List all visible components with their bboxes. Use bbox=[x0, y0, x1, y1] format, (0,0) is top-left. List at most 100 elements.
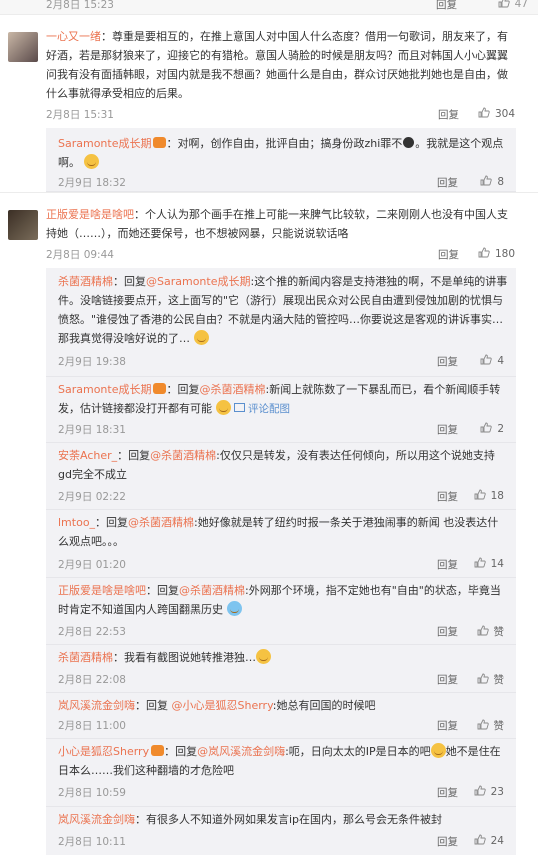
reply-body: :她总有回国的时候吧 bbox=[272, 699, 376, 712]
like-button[interactable]: 赞 bbox=[477, 672, 505, 687]
reply-button[interactable]: 回复 bbox=[437, 175, 458, 190]
reply-button[interactable]: 回复 bbox=[437, 422, 458, 437]
reply-button[interactable]: 回复 bbox=[437, 834, 458, 849]
reply-text: Saramonte成长期 ：回复@杀菌酒精棉:新闻上就陈数了一下暴乱而已，看个新闻… bbox=[58, 380, 508, 419]
reply-username[interactable]: 岚风溪流金剑嗨 bbox=[58, 699, 135, 712]
like-count: 47 bbox=[514, 0, 528, 10]
reply-item: 岚风溪流金剑嗨：回复 @小心是狐忍Sherry:她总有回国的时候吧 2月8日 1… bbox=[46, 692, 516, 739]
mention-link[interactable]: @杀菌酒精棉 bbox=[179, 584, 245, 597]
like-count: 4 bbox=[497, 355, 504, 367]
reply-item: 正版爱是啥是啥吧：回复@杀菌酒精棉:外网那个环境，指不定她也有"自由"的状态，毕… bbox=[46, 577, 516, 645]
reply-button[interactable]: 回复 bbox=[438, 247, 459, 262]
reply-text: 正版爱是啥是啥吧：回复@杀菌酒精棉:外网那个环境，指不定她也有"自由"的状态，毕… bbox=[58, 581, 508, 619]
reply-text: 杀菌酒精棉：回复@Saramonte成长期:这个推的新闻内容是支持港独的啊，不是… bbox=[58, 272, 508, 348]
reply-item: 杀菌酒精棉：回复@Saramonte成长期:这个推的新闻内容是支持港独的啊，不是… bbox=[46, 268, 516, 377]
reply-username[interactable]: lmtoo_ bbox=[58, 516, 95, 529]
mention-link[interactable]: @杀菌酒精棉 bbox=[150, 449, 216, 462]
reply-item: 小心是狐忍Sherry ：回复@岚风溪流金剑嗨:呃，日向太太的IP是日本的吧 她不是… bbox=[46, 738, 516, 807]
reply-text: Saramonte成长期 ：对啊，创作自由，批评自由；搞身份政zhi罪不 。我就是这… bbox=[58, 134, 508, 172]
mention-link[interactable]: @小心是狐忍Sherry bbox=[172, 699, 273, 712]
like-button[interactable]: 14 bbox=[474, 557, 504, 570]
comment-username[interactable]: 一心又一绪 bbox=[46, 30, 101, 43]
emoji-icon bbox=[226, 601, 242, 616]
reply-username[interactable]: Saramonte成长期 bbox=[58, 137, 151, 150]
reply-prefix: ： bbox=[135, 813, 146, 826]
like-button[interactable]: 47 bbox=[498, 0, 528, 10]
reply-text: 杀菌酒精棉：我看有截图说她转推港独… bbox=[58, 648, 508, 667]
avatar[interactable] bbox=[8, 210, 38, 240]
reply-item: 杀菌酒精棉：我看有截图说她转推港独… 2月8日 22:08 回复 赞 bbox=[46, 644, 516, 693]
reply-text: 岚风溪流金剑嗨：有很多人不知道外网如果发言ip在国内，那么号会无条件被封 bbox=[58, 810, 508, 829]
like-button[interactable]: 18 bbox=[474, 489, 504, 502]
previous-comment-footer: 2月8日 15:23 回复 47 bbox=[0, 0, 538, 15]
reply-prefix: ：回复 bbox=[146, 584, 179, 597]
reply-date: 2月9日 19:38 bbox=[58, 356, 126, 368]
mention-link[interactable]: @杀菌酒精棉 bbox=[128, 516, 194, 529]
thumb-up-icon bbox=[478, 107, 490, 118]
reply-item: 岚风溪流金剑嗨：有很多人不知道外网如果发言ip在国内，那么号会无条件被封 2月8… bbox=[46, 806, 516, 855]
thumb-up-icon bbox=[477, 719, 489, 730]
reply-prefix: ：回复 bbox=[113, 275, 146, 288]
like-button[interactable]: 304 bbox=[478, 107, 515, 120]
mention-link[interactable]: @岚风溪流金剑嗨 bbox=[197, 745, 285, 758]
like-count: 2 bbox=[497, 423, 504, 435]
like-button[interactable]: 180 bbox=[478, 247, 515, 260]
reply-button[interactable]: 回复 bbox=[437, 354, 458, 369]
reply-username[interactable]: 正版爱是啥是啥吧 bbox=[58, 584, 146, 597]
like-button[interactable]: 24 bbox=[474, 834, 504, 847]
mention-link[interactable]: @Saramonte成长期 bbox=[146, 275, 250, 288]
like-button[interactable]: 23 bbox=[474, 785, 504, 798]
reply-date: 2月8日 22:08 bbox=[58, 674, 126, 686]
reply-button[interactable]: 回复 bbox=[438, 107, 459, 122]
reply-body: ：对啊，创作自由，批评自由；搞身份政zhi罪不 bbox=[166, 137, 403, 150]
like-count: 304 bbox=[495, 108, 516, 120]
reply-username[interactable]: 岚风溪流金剑嗨 bbox=[58, 813, 135, 826]
reply-username[interactable]: 小心是狐忍Sherry bbox=[58, 745, 149, 758]
reply-body-cont: 啊。 bbox=[58, 156, 80, 169]
reply-body: 我看有截图说她转推港独… bbox=[124, 651, 256, 664]
reply-button[interactable]: 回复 bbox=[437, 489, 458, 504]
like-count: 18 bbox=[490, 490, 504, 502]
reply-button[interactable]: 回复 bbox=[436, 0, 457, 12]
comment-date: 2月8日 09:44 bbox=[46, 249, 114, 261]
reply-username[interactable]: 杀菌酒精棉 bbox=[58, 651, 113, 664]
reply-button[interactable]: 回复 bbox=[437, 624, 458, 639]
thumb-up-icon bbox=[478, 247, 490, 258]
reply-button[interactable]: 回复 bbox=[437, 718, 458, 733]
reply-date: 2月9日 18:32 bbox=[58, 177, 126, 189]
comment-text: 正版爱是啥是啥吧：个人认为那个画手在推上可能一来脾气比较软，二来刚刚人也没有中国… bbox=[46, 205, 516, 243]
reply-text: lmtoo_：回复@杀菌酒精棉:她好像就是转了纽约时报一条关于港独闹事的新闻 也… bbox=[58, 513, 508, 551]
reply-text: 安荼Acher_：回复@杀菌酒精棉:仅仅只是转发，没有表达任何倾向，所以用这个说… bbox=[58, 446, 508, 484]
reply-button[interactable]: 回复 bbox=[437, 785, 458, 800]
like-count: 赞 bbox=[493, 674, 505, 686]
reply-item: Saramonte成长期 ：对啊，创作自由，批评自由；搞身份政zhi罪不 。我就是这… bbox=[46, 128, 516, 192]
comment-list: 2月8日 15:23 回复 47 一心又一绪：尊重是要相互的，在推上意国人对中国… bbox=[0, 0, 538, 855]
vip-badge-icon bbox=[153, 383, 167, 394]
reply-username[interactable]: 安荼Acher_ bbox=[58, 449, 117, 462]
like-button[interactable]: 8 bbox=[480, 175, 504, 188]
comment-item: 正版爱是啥是啥吧：个人认为那个画手在推上可能一来脾气比较软，二来刚刚人也没有中国… bbox=[0, 200, 538, 855]
reply-prefix: ：回复 bbox=[95, 516, 129, 529]
like-count: 赞 bbox=[493, 626, 505, 638]
thumb-up-icon bbox=[477, 673, 489, 684]
comment-username[interactable]: 正版爱是啥是啥吧 bbox=[46, 208, 134, 221]
reply-date: 2月9日 18:31 bbox=[58, 424, 126, 436]
reply-username[interactable]: Saramonte成长期 bbox=[58, 383, 151, 396]
thumb-up-icon bbox=[498, 0, 510, 8]
reply-username[interactable]: 杀菌酒精棉 bbox=[58, 275, 113, 288]
like-button[interactable]: 赞 bbox=[477, 718, 504, 733]
like-button[interactable]: 赞 bbox=[477, 624, 505, 639]
vip-badge-icon bbox=[153, 137, 167, 148]
reply-button[interactable]: 回复 bbox=[437, 672, 458, 687]
avatar[interactable] bbox=[8, 32, 38, 62]
mention-link[interactable]: @杀菌酒精棉 bbox=[199, 383, 265, 396]
like-button[interactable]: 2 bbox=[480, 422, 504, 435]
reply-button[interactable]: 回复 bbox=[437, 557, 458, 572]
emoji-icon bbox=[215, 400, 231, 415]
like-button[interactable]: 4 bbox=[480, 354, 504, 367]
like-count: 8 bbox=[497, 176, 504, 188]
comment-date: 2月8日 15:23 bbox=[46, 0, 114, 11]
comment-image-link[interactable]: 评论配图 bbox=[234, 403, 290, 415]
emoji-icon bbox=[430, 743, 446, 758]
reply-text: 岚风溪流金剑嗨：回复 @小心是狐忍Sherry:她总有回国的时候吧 bbox=[58, 696, 508, 715]
